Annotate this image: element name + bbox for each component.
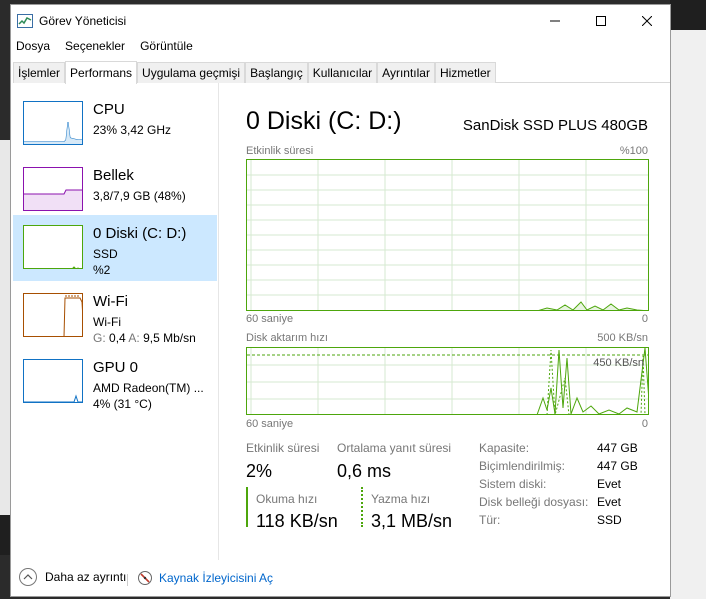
minimize-icon xyxy=(550,20,560,22)
menu-file[interactable]: Dosya xyxy=(15,37,58,57)
wifi-send-value: 0,4 xyxy=(109,331,126,345)
perf-item-subtitle: SSD xyxy=(93,247,118,261)
perf-item-value: %2 xyxy=(93,263,111,277)
perf-item-title: Wi-Fi xyxy=(93,293,128,310)
maximize-icon xyxy=(596,16,606,26)
memory-thumbnail-graph xyxy=(23,167,83,211)
perf-item-cpu[interactable]: CPU 23% 3,42 GHz xyxy=(13,91,217,157)
wifi-receive-label: A: xyxy=(128,331,140,345)
menu-view[interactable]: Görüntüle xyxy=(139,37,201,57)
transfer-graph-svg xyxy=(247,348,648,414)
activity-graph-max: %100 xyxy=(619,145,648,157)
read-speed-value: 118 KB/sn xyxy=(256,511,338,531)
type-label: Tür: xyxy=(479,513,501,527)
disk-detail-title: 0 Diski (C: D:) xyxy=(246,107,402,135)
tab-details[interactable]: Ayrıntılar xyxy=(377,62,435,83)
perf-item-subtitle: 23% 3,42 GHz xyxy=(93,123,172,137)
tab-startup[interactable]: Başlangıç xyxy=(245,62,308,83)
active-time-value: 2% xyxy=(246,461,273,481)
tab-app-history[interactable]: Uygulama geçmişi xyxy=(137,62,246,83)
menu-options[interactable]: Seçenekler xyxy=(64,37,133,57)
formatted-value: 447 GB xyxy=(597,459,638,473)
perf-item-subtitle: 3,8/7,9 GB (48%) xyxy=(93,189,186,203)
transfer-graph-label: Disk aktarım hızı xyxy=(246,332,328,344)
activity-graph-x-right: 0 xyxy=(641,313,648,325)
transfer-graph-x-right: 0 xyxy=(641,418,648,430)
perf-item-title: Bellek xyxy=(93,167,134,184)
perf-item-title: GPU 0 xyxy=(93,359,139,376)
write-speed-value: 3,1 MB/sn xyxy=(371,511,453,531)
window-title: Görev Yöneticisi xyxy=(39,14,127,28)
tab-processes[interactable]: İşlemler xyxy=(13,62,66,83)
perf-item-title: 0 Diski (C: D:) xyxy=(93,225,187,242)
wifi-thumbnail-graph xyxy=(23,293,83,337)
read-speed-label: Okuma hızı xyxy=(256,492,318,506)
disk-thumbnail-graph xyxy=(23,225,83,269)
title-bar[interactable]: Görev Yöneticisi xyxy=(11,5,670,37)
formatted-label: Biçimlendirilmiş: xyxy=(479,459,566,473)
close-icon xyxy=(642,16,652,26)
fewer-details-label: Daha az ayrıntı xyxy=(45,570,127,584)
gpu-thumbnail-graph xyxy=(23,359,83,403)
perf-item-value: 4% (31 °C) xyxy=(93,397,152,411)
tab-performance[interactable]: Performans xyxy=(65,61,138,84)
chevron-up-icon xyxy=(19,568,37,586)
minimize-button[interactable] xyxy=(532,5,578,37)
fewer-details-button[interactable]: Daha az ayrıntı xyxy=(19,568,126,586)
system-disk-label: Sistem diski: xyxy=(479,477,547,491)
transfer-graph-marker: 450 KB/sn xyxy=(593,357,644,369)
tab-services[interactable]: Hizmetler xyxy=(434,62,496,83)
open-resource-monitor-link[interactable]: Kaynak İzleyicisini Aç xyxy=(137,570,273,586)
perf-item-memory[interactable]: Bellek 3,8/7,9 GB (48%) xyxy=(13,157,217,223)
perf-item-wifi[interactable]: Wi-Fi Wi-Fi G: 0,4 A: 9,5 Mb/sn xyxy=(13,283,217,349)
activity-graph-label: Etkinlik süresi xyxy=(246,145,314,157)
wifi-send-label: G: xyxy=(93,331,106,345)
performance-content: CPU 23% 3,42 GHz Bellek 3,8/7,9 GB (48%)… xyxy=(11,83,670,560)
close-button[interactable] xyxy=(624,5,670,37)
type-value: SSD xyxy=(597,513,622,527)
write-speed-label: Yazma hızı xyxy=(371,492,431,506)
tab-strip: İşlemler Performans Uygulama geçmişi Baş… xyxy=(13,61,670,84)
activity-graph-x-left: 60 saniye xyxy=(246,313,294,325)
transfer-graph-x-left: 60 saniye xyxy=(246,418,294,430)
activity-time-graph xyxy=(246,159,649,311)
capacity-value: 447 GB xyxy=(597,441,638,455)
response-time-label: Ortalama yanıt süresi xyxy=(337,441,452,455)
cpu-thumbnail-graph xyxy=(23,101,83,145)
active-time-label: Etkinlik süresi xyxy=(246,441,320,455)
transfer-rate-graph: 450 KB/sn xyxy=(246,347,649,415)
maximize-button[interactable] xyxy=(578,5,624,37)
menu-bar: Dosya Seçenekler Görüntüle xyxy=(11,37,670,57)
tab-users[interactable]: Kullanıcılar xyxy=(307,62,378,83)
page-file-value: Evet xyxy=(597,495,622,509)
transfer-graph-max: 500 KB/sn xyxy=(597,332,648,344)
disk-model-name: SanDisk SSD PLUS 480GB xyxy=(462,117,648,134)
disk-detail-panel: 0 Diski (C: D:) SanDisk SSD PLUS 480GB E… xyxy=(243,83,670,560)
response-time-value: 0,6 ms xyxy=(337,461,392,481)
perf-item-title: CPU xyxy=(93,101,125,118)
resource-monitor-label: Kaynak İzleyicisini Aç xyxy=(159,571,274,585)
task-manager-window: Görev Yöneticisi Dosya Seçenekler Görünt… xyxy=(10,4,671,597)
write-speed-indicator xyxy=(361,487,363,527)
page-file-label: Disk belleği dosyası: xyxy=(479,495,589,509)
system-disk-value: Evet xyxy=(597,477,622,491)
background-window-edge xyxy=(670,0,706,30)
performance-sidebar: CPU 23% 3,42 GHz Bellek 3,8/7,9 GB (48%)… xyxy=(11,83,219,560)
task-manager-app-icon xyxy=(17,14,33,28)
read-speed-indicator xyxy=(246,487,248,527)
perf-item-subtitle: Wi-Fi xyxy=(93,315,121,329)
background-window-edge-right xyxy=(670,30,706,599)
perf-item-gpu[interactable]: GPU 0 AMD Radeon(TM) ... 4% (31 °C) xyxy=(13,349,217,415)
wifi-receive-value: 9,5 Mb/sn xyxy=(143,331,196,345)
perf-item-value: G: 0,4 A: 9,5 Mb/sn xyxy=(93,331,196,345)
footer-bar: Daha az ayrıntı Kaynak İzleyicisini Aç xyxy=(11,560,670,596)
perf-item-disk-0[interactable]: 0 Diski (C: D:) SSD %2 xyxy=(13,215,217,281)
perf-item-subtitle: AMD Radeon(TM) ... xyxy=(93,381,204,395)
activity-graph-svg xyxy=(247,160,648,310)
footer-separator xyxy=(127,574,128,586)
capacity-label: Kapasite: xyxy=(479,441,530,455)
resource-monitor-icon xyxy=(138,571,152,585)
